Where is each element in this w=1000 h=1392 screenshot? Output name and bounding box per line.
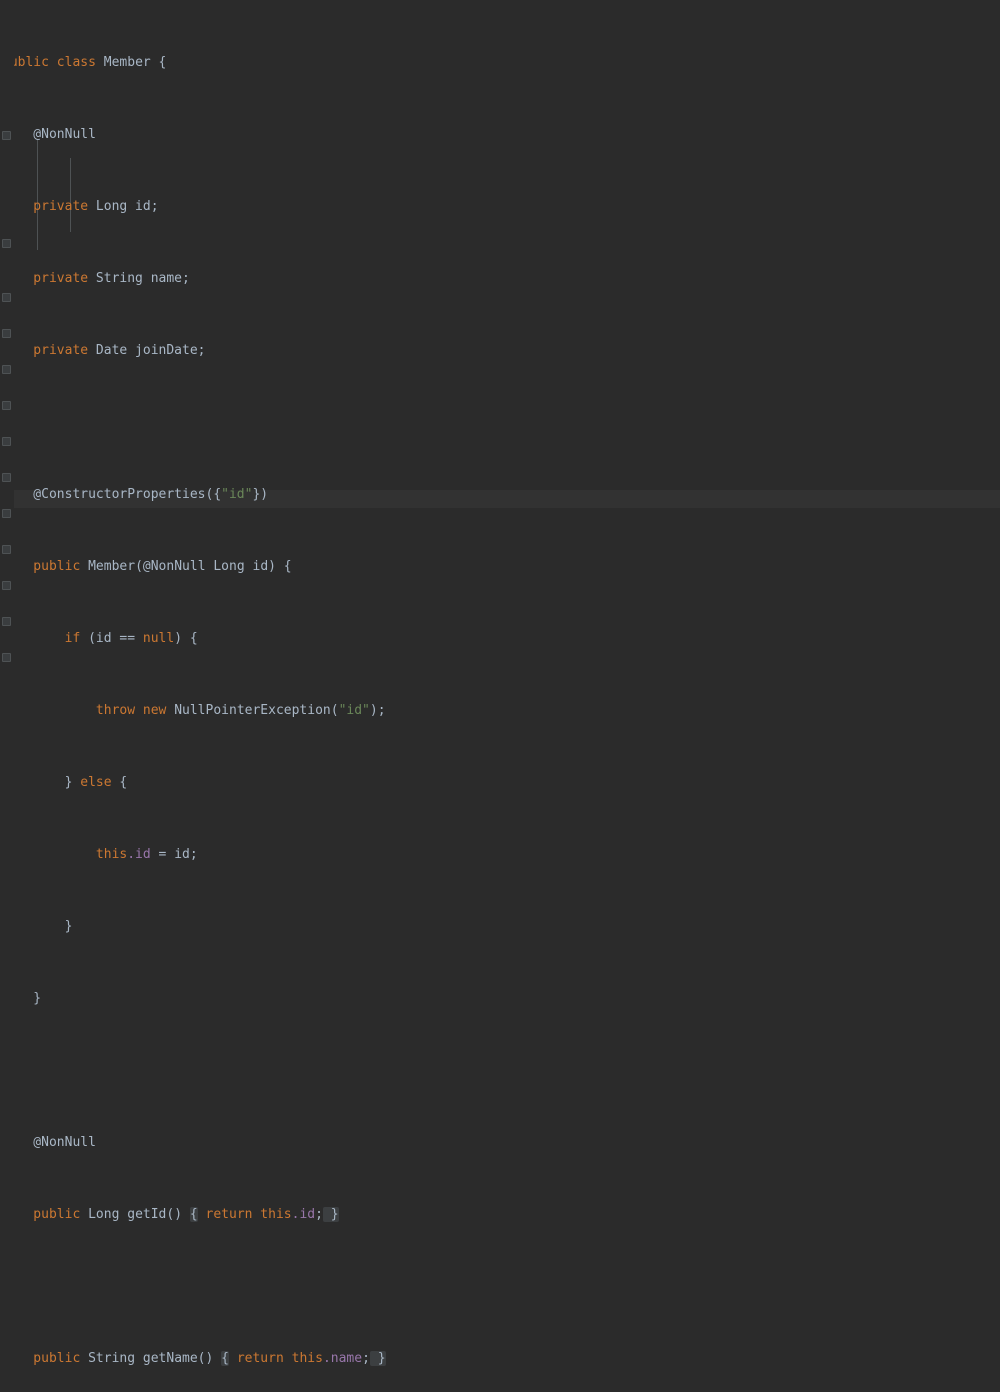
code-line[interactable]: throw new NullPointerException("id"); <box>0 702 1000 720</box>
method-gutter-icon[interactable] <box>2 401 11 410</box>
method-gutter-icon[interactable] <box>2 131 11 140</box>
code-line[interactable]: @ConstructorProperties({"id"}) <box>0 486 1000 504</box>
token-keyword: private <box>2 271 89 286</box>
token-keyword: this <box>2 847 128 862</box>
token-keyword: return <box>236 1351 284 1366</box>
token-annotation: @NonNull <box>2 1135 96 1150</box>
token-annotation: @ConstructorProperties({ <box>2 487 222 502</box>
token-string: "id" <box>338 703 370 718</box>
code-editor[interactable]: public class Member { @NonNull private L… <box>0 0 1000 1366</box>
token-keyword: class <box>56 55 96 70</box>
token-annotation: @NonNull <box>142 559 206 574</box>
token-keyword: else <box>80 775 112 790</box>
fold-close-brace[interactable]: } <box>369 1351 386 1366</box>
method-gutter-icon[interactable] <box>2 581 11 590</box>
token-keyword: private <box>2 343 89 358</box>
token-string: "id" <box>221 487 253 502</box>
method-gutter-icon[interactable] <box>2 365 11 374</box>
token-keyword: public <box>2 1351 81 1366</box>
code-text[interactable]: public class Member { @NonNull private L… <box>0 0 1000 1392</box>
token-keyword: null <box>142 631 175 646</box>
code-line[interactable] <box>0 414 1000 432</box>
fold-close-brace[interactable]: } <box>322 1207 339 1222</box>
code-line[interactable]: private Date joinDate; <box>0 342 1000 360</box>
method-gutter-icon[interactable] <box>2 473 11 482</box>
code-line[interactable]: } <box>0 990 1000 1008</box>
token-keyword: return <box>205 1207 253 1222</box>
method-gutter-icon[interactable] <box>2 239 11 248</box>
token-keyword: public <box>2 1207 81 1222</box>
method-gutter-icon[interactable] <box>2 509 11 518</box>
code-line[interactable]: public Member(@NonNull Long id) { <box>0 558 1000 576</box>
code-line[interactable]: } <box>0 918 1000 936</box>
token-keyword: throw new <box>2 703 167 718</box>
code-line[interactable] <box>0 1062 1000 1080</box>
code-line[interactable]: private String name; <box>0 270 1000 288</box>
token-field: .id <box>291 1207 316 1222</box>
fold-open-brace[interactable]: { <box>189 1207 198 1222</box>
token-keyword: private <box>2 199 89 214</box>
token-field: .name <box>322 1351 363 1366</box>
code-line[interactable]: private Long id; <box>0 198 1000 216</box>
token-field: .id <box>127 847 151 862</box>
code-line[interactable]: @NonNull <box>0 1134 1000 1152</box>
code-line[interactable]: public String getName() { return this.na… <box>0 1350 1000 1368</box>
editor-gutter[interactable] <box>0 0 14 696</box>
method-gutter-icon[interactable] <box>2 293 11 302</box>
method-gutter-icon[interactable] <box>2 329 11 338</box>
token-annotation: @NonNull <box>2 127 96 142</box>
code-line[interactable]: public Long getId() { return this.id; } <box>0 1206 1000 1224</box>
fold-open-brace[interactable]: { <box>221 1351 229 1366</box>
code-line[interactable]: public class Member { <box>0 54 1000 72</box>
token-type: Member { <box>95 55 167 70</box>
method-gutter-icon[interactable] <box>2 617 11 626</box>
code-line[interactable]: } else { <box>0 774 1000 792</box>
code-line[interactable] <box>0 1278 1000 1296</box>
method-gutter-icon[interactable] <box>2 437 11 446</box>
code-line[interactable]: if (id == null) { <box>0 630 1000 648</box>
method-gutter-icon[interactable] <box>2 653 11 662</box>
code-line[interactable]: this.id = id; <box>0 846 1000 864</box>
method-gutter-icon[interactable] <box>2 545 11 554</box>
code-line[interactable]: @NonNull <box>0 126 1000 144</box>
